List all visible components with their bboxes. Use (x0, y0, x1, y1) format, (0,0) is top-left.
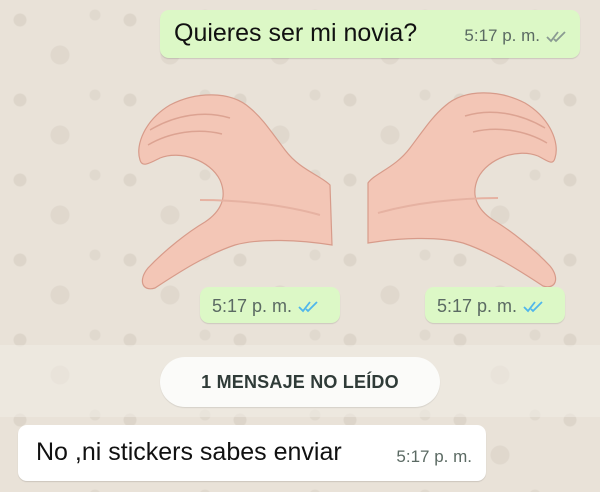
incoming-message-bubble[interactable]: No ,ni stickers sabes enviar 5:17 p. m. (18, 425, 486, 481)
left-hand-sticker[interactable] (138, 94, 333, 290)
message-meta: 5:17 p. m. (212, 296, 320, 317)
sticker-time-chip: 5:17 p. m. (425, 287, 565, 323)
message-meta: 5:17 p. m. (437, 296, 545, 317)
right-hand-sticker[interactable] (367, 92, 557, 288)
sticker-time-chip: 5:17 p. m. (200, 287, 340, 323)
double-check-blue-icon (523, 301, 543, 313)
message-time: 5:17 p. m. (212, 296, 293, 316)
message-text: No ,ni stickers sabes enviar (36, 438, 342, 466)
message-time: 5:17 p. m. (396, 447, 472, 466)
hand-stickers (138, 92, 557, 290)
message-meta: 5:17 p. m. (396, 447, 472, 467)
double-check-blue-icon (298, 301, 318, 313)
message-time: 5:17 p. m. (437, 296, 518, 316)
unread-messages-banner: 1 MENSAJE NO LEÍDO (160, 357, 440, 407)
